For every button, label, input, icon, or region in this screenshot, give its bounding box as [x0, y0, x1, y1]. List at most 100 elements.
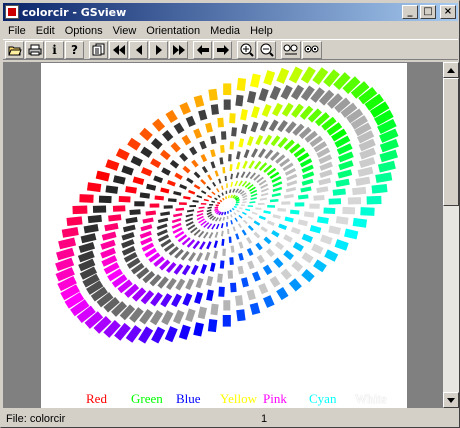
color-wheel-segment: [317, 216, 329, 224]
first-page-button[interactable]: [109, 40, 128, 59]
forward-button[interactable]: [213, 40, 232, 59]
document-viewport[interactable]: Red Green Blue Yellow Pink Cyan White: [3, 62, 443, 408]
color-wheel-segment: [309, 225, 322, 234]
menu-edit[interactable]: Edit: [31, 25, 60, 37]
color-wheel-segment: [172, 309, 185, 325]
menu-file[interactable]: File: [3, 25, 31, 37]
color-wheel-segment: [276, 286, 289, 301]
color-wheel-segment: [291, 103, 304, 118]
color-wheel-segment: [175, 207, 185, 212]
color-wheel-segment: [334, 239, 349, 251]
magnify-icon: [304, 45, 319, 52]
color-wheel-segment: [371, 183, 388, 194]
color-wheel-segment: [273, 257, 284, 268]
color-wheel-segment: [193, 322, 204, 337]
color-wheel-segment: [179, 102, 192, 115]
color-wheel-segment: [264, 149, 274, 160]
color-wheel-segment: [196, 194, 203, 199]
color-wheel-segment: [319, 169, 333, 178]
open-button[interactable]: [5, 40, 24, 59]
color-wheel-segment: [186, 209, 195, 213]
color-wheel-segment: [168, 246, 179, 256]
maximize-button[interactable]: □: [420, 5, 436, 19]
color-wheel-segment: [187, 224, 196, 231]
color-wheel-segment: [185, 308, 196, 323]
color-wheel-segment: [338, 151, 354, 163]
color-wheel-segment: [129, 209, 141, 215]
scroll-thumb[interactable]: [443, 78, 459, 206]
color-wheel-segment: [230, 181, 234, 187]
color-wheel-segment: [185, 213, 194, 218]
color-wheel-segment: [242, 197, 248, 201]
color-wheel-segment: [280, 268, 292, 281]
magnify-button[interactable]: [302, 40, 322, 59]
next-page-button[interactable]: [149, 40, 168, 59]
color-wheel-segment: [140, 236, 153, 246]
color-wheel-segment: [188, 252, 197, 262]
color-wheel-segment: [297, 152, 310, 163]
color-wheel-segment: [277, 119, 288, 133]
color-wheel-segment: [150, 158, 162, 169]
color-wheel-segment: [271, 176, 282, 183]
color-wheel-segment: [121, 232, 135, 241]
info-button[interactable]: i: [45, 40, 64, 59]
color-wheel-segment: [160, 149, 171, 161]
color-wheel-segment: [214, 170, 219, 177]
back-button[interactable]: [193, 40, 212, 59]
scroll-down-button[interactable]: [443, 392, 459, 408]
title-bar[interactable]: colorcir - GSview _ □ ×: [3, 3, 458, 21]
color-wheel-segment: [139, 308, 154, 325]
color-wheel-segment: [258, 179, 267, 186]
color-wheel-segment: [283, 249, 294, 261]
color-wheel-segment: [249, 302, 261, 315]
scroll-up-button[interactable]: [443, 62, 459, 78]
color-wheel-segment: [230, 194, 234, 199]
zoom-in-button[interactable]: [237, 40, 256, 59]
color-wheel-segment: [238, 214, 243, 219]
color-wheel-segment: [335, 178, 350, 188]
goto-page-button[interactable]: [89, 40, 108, 59]
vertical-scrollbar[interactable]: [443, 62, 459, 408]
print-button[interactable]: [25, 40, 44, 59]
magnify-text-button[interactable]: [281, 40, 301, 59]
color-wheel-segment: [245, 171, 251, 179]
menu-view[interactable]: View: [108, 25, 142, 37]
color-wheel-segment: [150, 138, 163, 150]
color-wheel-segment: [260, 183, 269, 189]
help-button[interactable]: ?: [65, 40, 84, 59]
color-wheel-segment: [320, 234, 333, 245]
color-wheel-segment: [61, 227, 79, 238]
color-wheel-segment: [301, 252, 314, 264]
color-wheel-segment: [56, 247, 75, 261]
menu-options[interactable]: Options: [60, 25, 108, 37]
gsview-app-icon[interactable]: [5, 5, 19, 19]
menu-orientation[interactable]: Orientation: [141, 25, 205, 37]
color-wheel-segment: [157, 234, 170, 243]
color-legend: Red Green Blue Yellow Pink Cyan White: [41, 391, 407, 407]
menu-help[interactable]: Help: [245, 25, 278, 37]
color-wheel-segment: [211, 200, 216, 203]
color-wheel-segment: [250, 189, 258, 195]
color-wheel-segment: [280, 84, 293, 100]
menu-media[interactable]: Media: [205, 25, 245, 37]
minimize-button[interactable]: _: [402, 5, 418, 19]
color-wheel-segment: [210, 135, 217, 145]
last-page-button[interactable]: [169, 40, 188, 59]
color-wheel-segment: [166, 179, 176, 187]
color-wheel-segment: [198, 206, 205, 209]
color-wheel-segment: [255, 134, 264, 146]
color-wheel-segment: [140, 167, 153, 177]
color-wheel-segment: [263, 164, 273, 173]
color-wheel-segment: [189, 146, 198, 156]
color-wheel-segment: [243, 149, 250, 159]
zoom-out-button[interactable]: [257, 40, 276, 59]
close-button[interactable]: ×: [440, 5, 456, 19]
color-wheel-segment: [269, 275, 281, 288]
previous-page-button[interactable]: [129, 40, 148, 59]
color-wheel-segment: [105, 185, 119, 194]
color-wheel-segment: [258, 215, 266, 221]
color-wheel-segment: [139, 192, 151, 199]
color-wheel-segment: [256, 176, 264, 183]
color-wheel-segment: [196, 212, 204, 217]
color-wheel-segment: [108, 214, 122, 222]
